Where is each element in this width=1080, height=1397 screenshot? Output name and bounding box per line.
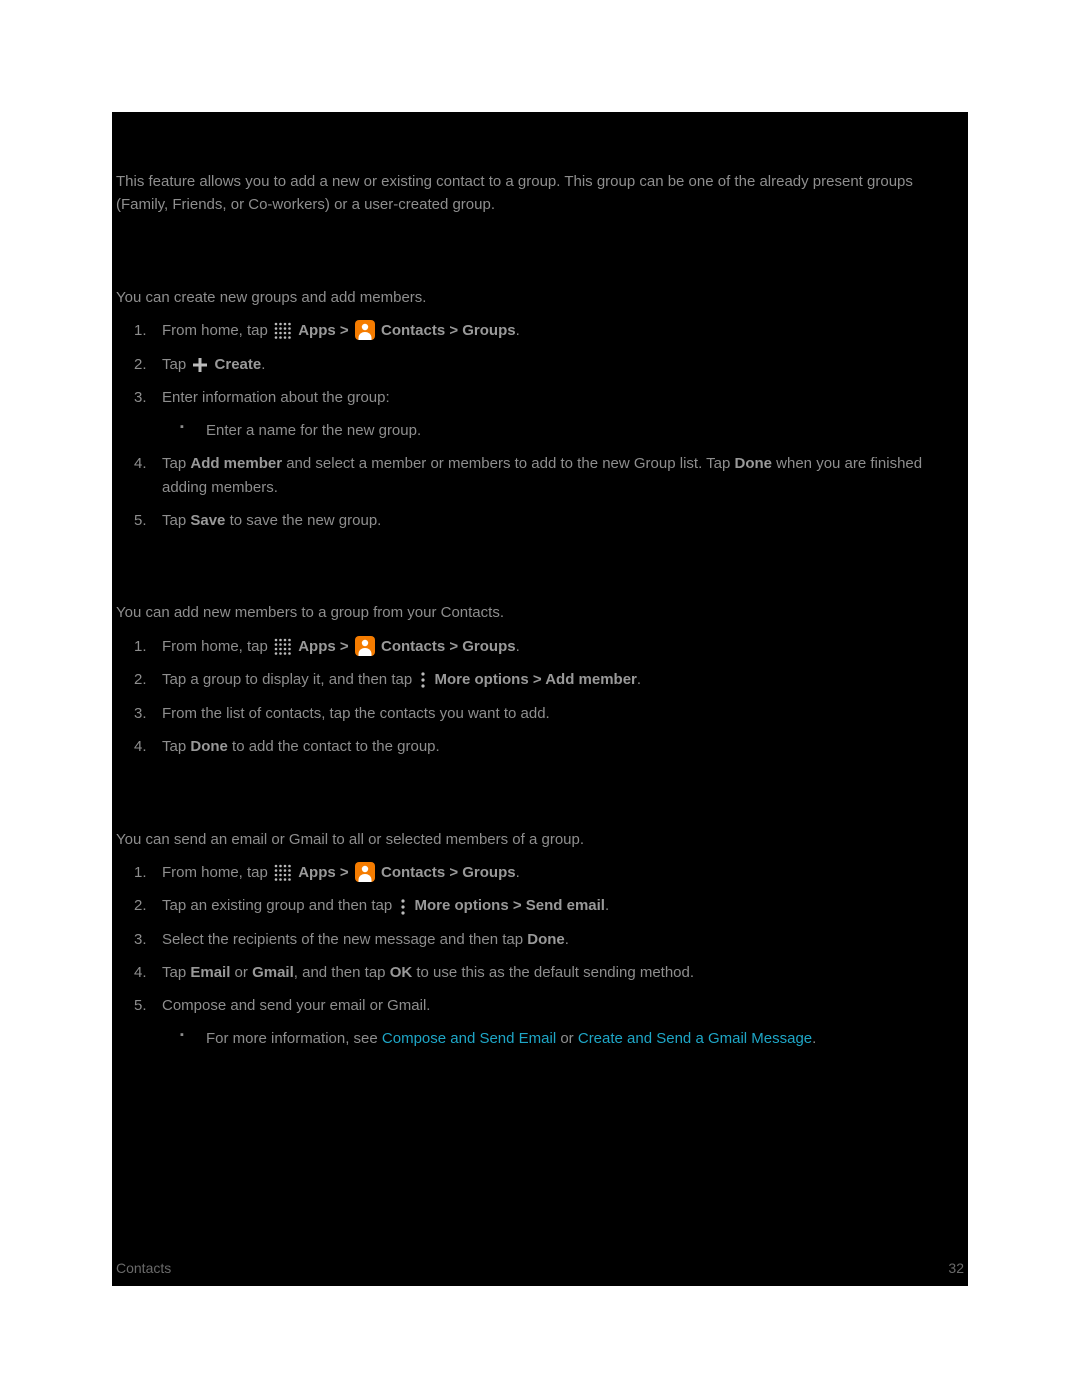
- apps-label: Apps: [298, 322, 336, 339]
- step-item: 1. From home, tap Apps > Contacts > Grou…: [116, 861, 964, 884]
- step-text: Enter information about the group:: [162, 389, 390, 406]
- step-item: 3. From the list of contacts, tap the co…: [116, 702, 964, 725]
- contacts-groups-path: Contacts > Groups: [381, 322, 516, 339]
- step-item: 2. Tap an existing group and then tap Mo…: [116, 894, 964, 918]
- step-item: 1. From home, tap Apps > Contacts > Grou…: [116, 319, 964, 342]
- section-heading-add: Add a Contact to a Group: [116, 560, 964, 589]
- step-item: 4. Tap Add member and select a member or…: [116, 452, 964, 499]
- link-gmail-message[interactable]: Create and Send a Gmail Message: [578, 1030, 812, 1047]
- step-item: 2. Tap Create.: [116, 353, 964, 376]
- steps-list: 1. From home, tap Apps > Contacts > Grou…: [116, 861, 964, 1051]
- section-lead: You can add new members to a group from …: [116, 601, 964, 624]
- contacts-icon: [355, 862, 375, 882]
- sub-item: For more information, see Compose and Se…: [162, 1027, 964, 1050]
- step-item: 4. Tap Email or Gmail, and then tap OK t…: [116, 961, 964, 984]
- footer-section: Contacts: [116, 1258, 171, 1280]
- page-number: 32: [948, 1258, 964, 1280]
- steps-list: 1. From home, tap Apps > Contacts > Grou…: [116, 319, 964, 532]
- step-item: 1. From home, tap Apps > Contacts > Grou…: [116, 635, 964, 658]
- section-heading-send: Send an Email or Gmail to Group Members: [116, 786, 964, 815]
- step-text: Tap: [162, 356, 190, 373]
- more-options-icon: [398, 894, 408, 917]
- section-lead: You can send an email or Gmail to all or…: [116, 828, 964, 851]
- section-lead: You can create new groups and add member…: [116, 286, 964, 309]
- link-compose-email[interactable]: Compose and Send Email: [382, 1030, 556, 1047]
- apps-grid-icon: [274, 638, 292, 656]
- step-item: 5. Tap Save to save the new group.: [116, 509, 964, 532]
- contacts-icon: [355, 636, 375, 656]
- step-item: 2. Tap a group to display it, and then t…: [116, 668, 964, 692]
- sub-list: Enter a name for the new group.: [162, 419, 964, 442]
- apps-grid-icon: [274, 322, 292, 340]
- plus-icon: [192, 357, 208, 373]
- step-item: 5. Compose and send your email or Gmail.…: [116, 994, 964, 1051]
- sub-item: Enter a name for the new group.: [162, 419, 964, 442]
- sub-list: For more information, see Compose and Se…: [162, 1027, 964, 1050]
- steps-list: 1. From home, tap Apps > Contacts > Grou…: [116, 635, 964, 758]
- step-item: 3. Select the recipients of the new mess…: [116, 928, 964, 951]
- step-item: 3. Enter information about the group: En…: [116, 386, 964, 443]
- page-footer: Contacts 32: [116, 1258, 964, 1280]
- create-label: Create: [215, 356, 262, 373]
- more-options-icon: [418, 668, 428, 691]
- document-page: Contact Groups This feature allows you t…: [112, 112, 968, 1286]
- section-heading-create: Create a New Group: [116, 245, 964, 274]
- step-item: 4. Tap Done to add the contact to the gr…: [116, 735, 964, 758]
- page-title: Contact Groups: [116, 122, 964, 156]
- apps-grid-icon: [274, 864, 292, 882]
- intro-paragraph: This feature allows you to add a new or …: [116, 170, 964, 217]
- contacts-icon: [355, 320, 375, 340]
- step-text: From home, tap: [162, 322, 272, 339]
